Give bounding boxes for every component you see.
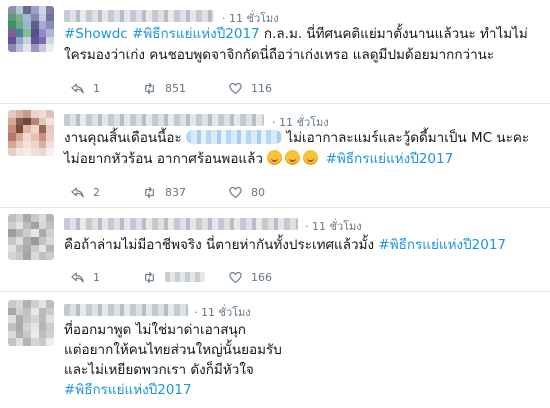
retweet-button[interactable]: 837 [142, 184, 186, 200]
author-name[interactable] [64, 10, 214, 22]
tweet-card[interactable]: · 11 ชั่วโมง งานคุณสิ้นเดือนนี้อะ ไม่เอา… [0, 104, 550, 208]
like-count: 80 [251, 185, 265, 199]
tweet-text: ที่ออกมาพูด ไม่ใช่มาด่าเอาสนุก แต่อยากให… [64, 320, 540, 400]
mention-link[interactable] [186, 130, 283, 144]
smile-emoji-icon [267, 150, 283, 165]
tweet-text: คือถ้าล่ามไม่มีอาชีพจริง นี่ตายห่ากันทั้… [64, 237, 506, 253]
retweet-count: 851 [165, 81, 186, 95]
like-count: 166 [251, 270, 272, 284]
tweet-card[interactable]: · 11 ชั่วโมง คือถ้าล่ามไม่มีอาชีพจริง นี… [0, 208, 550, 292]
reply-icon [71, 83, 84, 93]
tweet-card[interactable]: · 11 ชั่วโมง #Showdc #พิธีกรแย่แห่งปี201… [0, 0, 550, 104]
reply-count: 1 [93, 81, 100, 95]
retweet-count [165, 272, 205, 282]
smile-emoji-icon [285, 150, 301, 165]
hashtag[interactable]: #พิธีกรแย่แห่งปี2017 [326, 151, 454, 167]
timeline-feed: · 11 ชั่วโมง #Showdc #พิธีกรแย่แห่งปี201… [0, 0, 550, 408]
tweet-card[interactable]: · 11 ชั่วโมง ที่ออกมาพูด ไม่ใช่มาด่าเอาส… [0, 292, 550, 408]
retweet-button[interactable]: 851 [142, 80, 186, 96]
tweet-actions: 1 166 [70, 269, 470, 285]
hashtag[interactable]: #Showdc #พิธีกรแย่แห่งปี2017 [64, 26, 260, 42]
smile-emoji-icon [303, 150, 319, 165]
avatar[interactable] [8, 300, 54, 346]
tweet-actions: 1 851 116 [70, 80, 470, 96]
reply-button[interactable]: 1 [70, 80, 100, 96]
retweet-icon [145, 271, 154, 283]
retweet-button[interactable] [142, 269, 205, 285]
like-button[interactable]: 80 [228, 184, 265, 200]
reply-button[interactable]: 1 [70, 269, 100, 285]
retweet-count: 837 [165, 185, 186, 199]
reply-icon [71, 187, 84, 197]
like-button[interactable]: 116 [228, 80, 272, 96]
retweet-icon [145, 82, 154, 94]
author-name[interactable] [64, 304, 188, 316]
like-button[interactable]: 166 [228, 269, 272, 285]
like-icon [229, 82, 242, 94]
avatar[interactable] [8, 110, 54, 156]
reply-icon [71, 272, 84, 282]
avatar[interactable] [8, 6, 54, 52]
author-name[interactable] [64, 218, 298, 230]
reply-count: 1 [93, 270, 100, 284]
like-icon [229, 271, 242, 283]
avatar[interactable] [8, 214, 54, 260]
timestamp[interactable]: · 11 ชั่วโมง [305, 217, 362, 235]
timestamp[interactable]: · 11 ชั่วโมง [194, 303, 251, 321]
like-count: 116 [251, 81, 272, 95]
tweet-actions: 2 837 80 [70, 184, 470, 200]
retweet-icon [145, 186, 154, 198]
hashtag[interactable]: #พิธีกรแย่แห่งปี2017 [64, 380, 540, 400]
reply-button[interactable]: 2 [70, 184, 100, 200]
reply-count: 2 [93, 185, 100, 199]
tweet-text: #Showdc #พิธีกรแย่แห่งปี2017 ก.ล.ม. นี่ท… [64, 26, 528, 63]
like-icon [229, 186, 242, 198]
author-name[interactable] [64, 114, 264, 126]
tweet-text: งานคุณสิ้นเดือนนี้อะ ไม่เอากาละแมร์และวู… [64, 130, 530, 167]
hashtag[interactable]: #พิธีกรแย่แห่งปี2017 [378, 237, 506, 253]
